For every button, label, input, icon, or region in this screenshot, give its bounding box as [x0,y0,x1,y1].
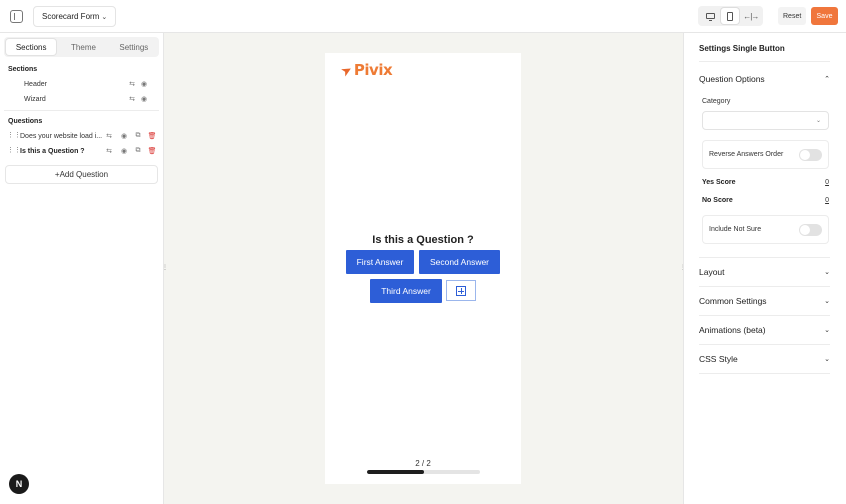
settings-title: Settings Single Button [699,44,785,53]
desktop-icon [705,13,715,21]
answer-button[interactable]: Third Answer [370,279,442,303]
question-title: Is this a Question ? [372,234,474,246]
resize-icon: ←|→ [743,11,759,21]
save-button[interactable]: Save [811,7,838,25]
drag-handle-icon[interactable]: ⋮⋮ [7,132,21,139]
chevron-down-icon: ⌄ [815,118,821,124]
sections-heading: Sections [8,66,38,73]
questions-heading: Questions [8,118,43,125]
top-bar: Scorecard Form ⌄ ←|→ Reset Save [0,0,846,33]
yes-score-value[interactable]: 0 [825,179,829,186]
include-not-sure-card: Include Not Sure [702,215,829,244]
divider [699,61,830,62]
eye-icon[interactable]: ◉ [140,95,148,103]
brand-logo: ➤ Pivix [337,60,393,80]
accordion-label: CSS Style [699,354,738,364]
include-not-sure-label: Include Not Sure [709,226,762,233]
chevron-down-icon: ⌄ [824,356,830,363]
device-switcher: ←|→ [698,6,763,26]
mobile-view-button[interactable] [721,8,740,24]
drag-handle-icon[interactable]: ⋮⋮ [7,147,21,154]
settings-sliders-icon[interactable]: ⇆ [128,80,136,88]
left-panel: Sections Theme Settings Sections Header … [0,33,164,504]
category-select[interactable]: ⌄ [702,111,829,130]
trash-icon[interactable]: 🗑 [148,147,157,155]
yes-score-row: Yes Score 0 [702,179,829,186]
chevron-down-icon: ⌄ [824,327,830,334]
no-score-label: No Score [702,197,733,204]
responsive-view-button[interactable]: ←|→ [742,8,760,24]
chevron-down-icon: ⌄ [101,13,108,21]
accordion-label: Layout [699,267,725,277]
add-answer-button[interactable] [446,280,476,301]
answer-button[interactable]: First Answer [346,250,414,274]
css-style-header[interactable]: CSS Style ⌄ [699,352,830,366]
divider [699,315,830,316]
chevron-up-icon: ⌃ [824,76,830,83]
chevron-down-icon: ⌄ [824,269,830,276]
layout-section-header[interactable]: Layout ⌄ [699,265,830,279]
form-selector[interactable]: Scorecard Form ⌄ [33,6,117,27]
right-panel: Settings Single Button Question Options … [683,33,846,504]
duplicate-icon[interactable]: ⧉ [134,132,142,140]
animations-header[interactable]: Animations (beta) ⌄ [699,323,830,337]
divider [699,286,830,287]
left-resize-handle[interactable]: ⋮ [162,264,168,271]
progress-bar [367,470,480,474]
add-question-button[interactable]: + Add Question [5,165,158,184]
reset-button[interactable]: Reset [778,7,807,25]
form-name: Scorecard Form [42,12,100,21]
eye-icon[interactable]: ◉ [140,80,148,88]
reverse-answers-label: Reverse Answers Order [709,151,784,158]
chevron-down-icon: ⌄ [824,298,830,305]
reverse-answers-toggle[interactable] [799,149,822,161]
add-question-label: Add Question [59,170,109,179]
logo-text: Pivix [353,61,393,79]
settings-sliders-icon[interactable]: ⇆ [105,132,113,140]
tab-settings[interactable]: Settings [109,37,159,57]
desktop-view-button[interactable] [701,8,719,24]
answer-button[interactable]: Second Answer [419,250,500,274]
question-label: Does your website load i... [20,132,103,140]
question-label: Is this a Question ? [20,147,85,155]
question-item[interactable]: ⋮⋮ Is this a Question ? ⇆ ◉ ⧉ 🗑 [0,144,163,158]
settings-sliders-icon[interactable]: ⇆ [128,95,136,103]
divider [699,344,830,345]
mobile-icon [727,11,734,21]
reverse-answers-card: Reverse Answers Order [702,140,829,169]
no-score-row: No Score 0 [702,197,829,204]
form-preview: ➤ Pivix Is this a Question ? First Answe… [325,53,521,484]
tab-theme[interactable]: Theme [58,37,108,57]
divider [699,373,830,374]
accordion-label: Question Options [699,74,765,84]
tab-sections[interactable]: Sections [6,39,57,55]
question-options-header[interactable]: Question Options ⌃ [699,72,830,86]
trash-icon[interactable]: 🗑 [148,132,157,140]
progress-text: 2 / 2 [415,459,431,468]
section-item-wizard[interactable]: Wizard ⇆ ◉ [0,92,163,106]
section-label: Header [24,80,47,88]
section-label: Wizard [24,95,46,103]
progress-fill [367,470,424,474]
accordion-label: Common Settings [699,296,767,306]
section-item-header[interactable]: Header ⇆ ◉ [0,77,163,91]
include-not-sure-toggle[interactable] [799,224,822,236]
category-label: Category [702,98,731,105]
no-score-value[interactable]: 0 [825,197,829,204]
app-badge[interactable]: N [9,474,29,494]
yes-score-label: Yes Score [702,179,736,186]
common-settings-header[interactable]: Common Settings ⌄ [699,294,830,308]
sidebar-toggle-icon[interactable] [10,10,23,23]
plus-square-icon [456,285,466,296]
eye-icon[interactable]: ◉ [120,147,128,155]
duplicate-icon[interactable]: ⧉ [134,147,142,155]
rocket-icon: ➤ [337,60,355,80]
divider [4,110,159,111]
settings-sliders-icon[interactable]: ⇆ [105,147,113,155]
eye-icon[interactable]: ◉ [120,132,128,140]
panel-tabs: Sections Theme Settings [4,37,159,57]
divider [699,257,830,258]
question-item[interactable]: ⋮⋮ Does your website load i... ⇆ ◉ ⧉ 🗑 [0,129,163,143]
accordion-label: Animations (beta) [699,325,766,335]
